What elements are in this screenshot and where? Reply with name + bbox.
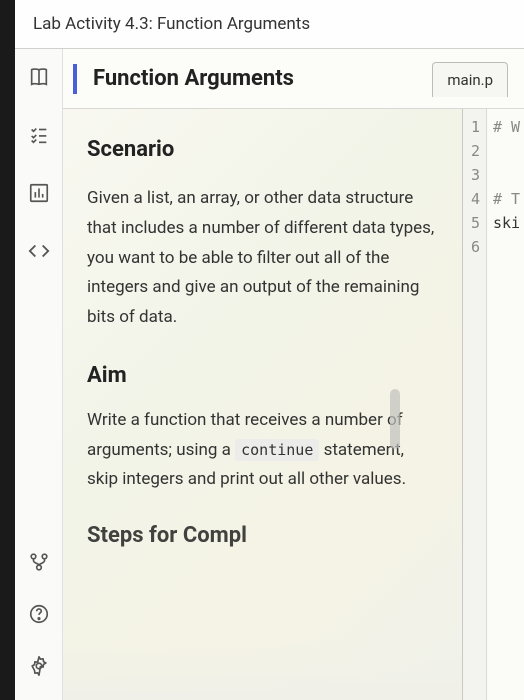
scrollbar[interactable]	[390, 389, 400, 449]
title-accent	[73, 64, 77, 94]
tab-main[interactable]: main.p	[432, 62, 508, 97]
line-gutter: 123456	[463, 109, 487, 700]
instructions-pane: Scenario Given a list, an array, or othe…	[63, 109, 462, 700]
page-title: Function Arguments	[93, 66, 294, 91]
code-line[interactable]	[493, 139, 520, 163]
icon-sidebar	[15, 49, 63, 700]
code-line[interactable]: ski	[493, 211, 520, 235]
line-number: 3	[463, 163, 480, 187]
chart-icon[interactable]	[25, 179, 53, 207]
header-title: Lab Activity 4.3: Function Arguments	[15, 0, 524, 49]
scenario-heading: Scenario	[87, 137, 438, 162]
checklist-icon[interactable]	[25, 121, 53, 149]
code-line[interactable]	[493, 235, 520, 259]
scenario-body: Given a list, an array, or other data st…	[87, 184, 438, 333]
branch-icon[interactable]	[25, 548, 53, 576]
line-number: 4	[463, 187, 480, 211]
help-icon[interactable]	[25, 600, 53, 628]
line-number: 6	[463, 235, 480, 259]
line-number: 1	[463, 115, 480, 139]
code-line[interactable]: # T	[493, 187, 520, 211]
code-editor[interactable]: 123456 # W # Tski	[462, 109, 524, 700]
book-icon[interactable]	[25, 63, 53, 91]
aim-body: Write a function that receives a number …	[87, 406, 438, 495]
fade-overlay	[63, 640, 462, 700]
aim-heading: Aim	[87, 363, 438, 388]
code-line[interactable]	[493, 163, 520, 187]
line-number: 2	[463, 139, 480, 163]
code-lines[interactable]: # W # Tski	[487, 109, 520, 700]
steps-heading: Steps for Compl	[87, 523, 438, 548]
code-icon[interactable]	[25, 237, 53, 265]
continue-code: continue	[235, 439, 319, 461]
line-number: 5	[463, 211, 480, 235]
settings-icon[interactable]	[25, 652, 53, 680]
title-row: Function Arguments main.p	[63, 49, 524, 109]
code-line[interactable]: # W	[493, 115, 520, 139]
